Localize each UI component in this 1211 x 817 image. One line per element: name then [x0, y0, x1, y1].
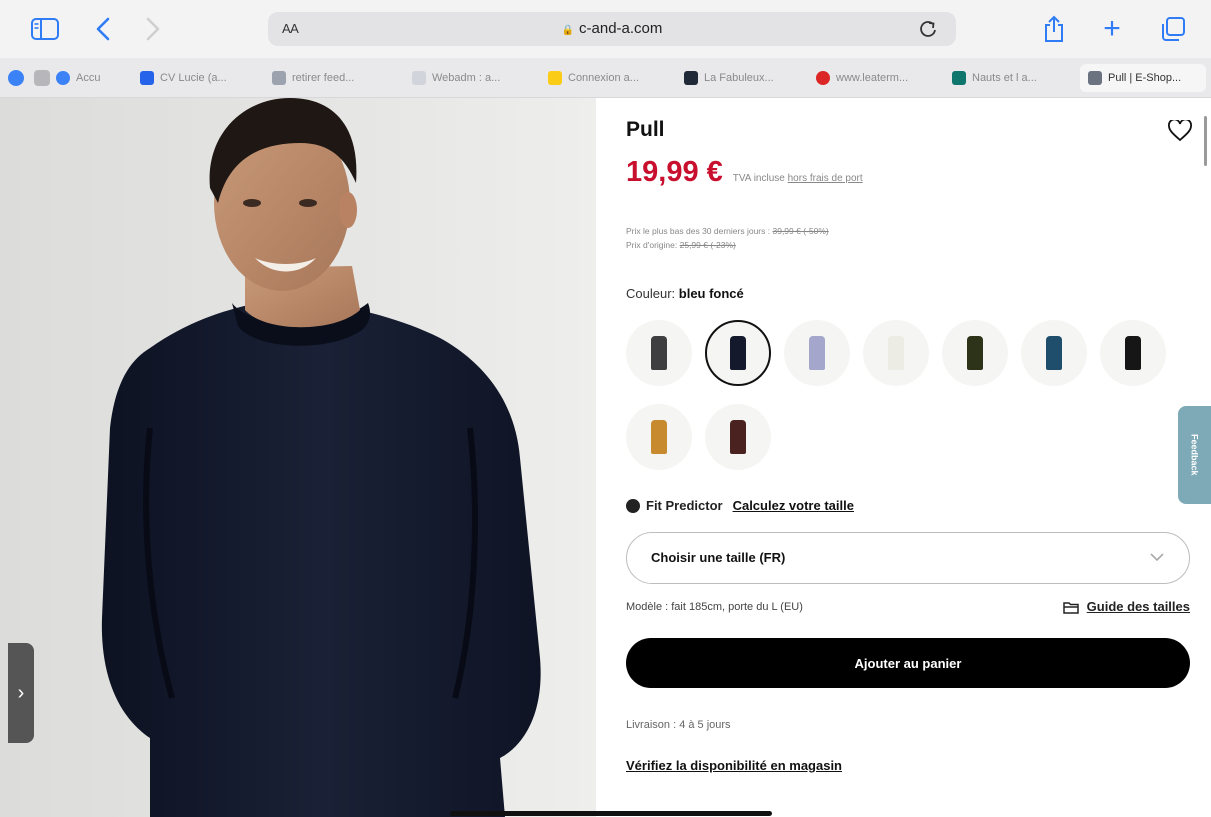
- price-history: Prix le plus bas des 30 derniers jours :…: [626, 224, 829, 252]
- color-swatch[interactable]: [863, 320, 929, 386]
- model-photo: [0, 98, 596, 817]
- color-swatch[interactable]: [1100, 320, 1166, 386]
- tab-webadm[interactable]: Webadm : a...: [412, 64, 530, 92]
- color-prefix: Couleur:: [626, 286, 676, 301]
- tva-note: TVA incluse hors frais de port: [733, 173, 863, 184]
- feedback-tab[interactable]: Feedback: [1178, 406, 1211, 504]
- fit-predictor: Fit Predictor Calculez votre taille: [626, 498, 854, 513]
- tab-favicon-icon: [1088, 71, 1102, 85]
- tab-label: www.leaterm...: [836, 72, 909, 84]
- tab-leaterm[interactable]: www.leaterm...: [816, 64, 934, 92]
- original-price-value: 25,99 € (-23%): [679, 240, 736, 250]
- sweater-thumbnail: [651, 336, 667, 370]
- globe-icon: [626, 498, 640, 513]
- lock-icon: 🔒: [561, 25, 575, 36]
- tab-label: CV Lucie (a...: [160, 72, 227, 84]
- product-price: 19,99 €: [626, 156, 723, 188]
- reload-icon[interactable]: [918, 19, 938, 39]
- sweater-thumbnail: [809, 336, 825, 370]
- heart-icon[interactable]: [1168, 118, 1192, 142]
- delivery-info: Livraison : 4 à 5 jours: [626, 719, 731, 731]
- tab-fabuleux[interactable]: La Fabuleux...: [684, 64, 802, 92]
- folder-icon: [1062, 601, 1079, 614]
- tab-label: Pull | E-Shop...: [1108, 72, 1182, 84]
- shipping-link[interactable]: hors frais de port: [788, 173, 863, 184]
- store-availability-link[interactable]: Vérifiez la disponibilité en magasin: [626, 758, 842, 773]
- tab-cv[interactable]: CV Lucie (a...: [140, 64, 258, 92]
- share-icon[interactable]: [1042, 14, 1066, 44]
- sweater-thumbnail: [1125, 336, 1141, 370]
- color-swatch[interactable]: [626, 320, 692, 386]
- tab-connexion[interactable]: Connexion a...: [548, 64, 666, 92]
- tab-label: Accu: [76, 72, 101, 84]
- chevron-right-icon: ›: [17, 681, 25, 704]
- color-label: Couleur: bleu foncé: [626, 286, 744, 301]
- size-select-label: Choisir une taille (FR): [651, 550, 786, 565]
- home-indicator[interactable]: [450, 811, 772, 816]
- color-value: bleu foncé: [678, 286, 744, 301]
- tab-favicon-icon: [548, 71, 562, 85]
- tab-accu[interactable]: Accu: [56, 64, 126, 92]
- tab-pull-active[interactable]: Pull | E-Shop...: [1080, 64, 1206, 92]
- color-swatch[interactable]: [784, 320, 850, 386]
- tab-nauts[interactable]: Nauts et l a...: [952, 64, 1070, 92]
- size-select[interactable]: Choisir une taille (FR): [626, 532, 1190, 584]
- color-swatch[interactable]: [942, 320, 1008, 386]
- add-to-cart-button[interactable]: Ajouter au panier: [626, 638, 1190, 688]
- fit-predictor-label: Fit Predictor: [646, 498, 723, 513]
- lowest-price-value: 39,99 € (-50%): [772, 226, 829, 236]
- tab-retirer[interactable]: retirer feed...: [272, 64, 390, 92]
- lowest-price-label: Prix le plus bas des 30 derniers jours :: [626, 226, 771, 236]
- tab-label: Nauts et l a...: [972, 72, 1037, 84]
- previous-image-button[interactable]: ›: [8, 643, 34, 743]
- model-info: Modèle : fait 185cm, porte du L (EU) Gui…: [626, 599, 1190, 614]
- product-details: Pull 19,99 € TVA incluse hors frais de p…: [596, 98, 1211, 817]
- sidebar-toggle-icon[interactable]: [28, 14, 62, 44]
- tab-favicon-icon: [140, 71, 154, 85]
- color-swatch[interactable]: [705, 320, 771, 386]
- tab-bar: Accu CV Lucie (a... retirer feed... Weba…: [0, 58, 1211, 98]
- browser-toolbar: AA 🔒 c-and-a.com +: [0, 0, 1211, 58]
- sweater-thumbnail: [967, 336, 983, 370]
- tab-favicon-icon: [952, 71, 966, 85]
- tab-label: Connexion a...: [568, 72, 639, 84]
- tab-label: retirer feed...: [292, 72, 355, 84]
- new-tab-icon[interactable]: +: [1100, 14, 1124, 44]
- tva-prefix: TVA incluse: [732, 173, 785, 184]
- chevron-down-icon: [1150, 553, 1164, 562]
- url-field[interactable]: 🔒 c-and-a.com: [268, 20, 956, 37]
- sweater-thumbnail: [730, 420, 746, 454]
- tab-favicon-icon: [56, 71, 70, 85]
- address-bar[interactable]: AA 🔒 c-and-a.com: [268, 12, 956, 46]
- price-row: 19,99 € TVA incluse hors frais de port: [626, 156, 863, 189]
- url-text: c-and-a.com: [579, 20, 663, 37]
- sweater-thumbnail: [1046, 336, 1062, 370]
- sweater-thumbnail: [888, 336, 904, 370]
- forward-icon[interactable]: [142, 14, 164, 44]
- size-guide-link[interactable]: Guide des tailles: [1062, 599, 1190, 614]
- tab-favicon-icon: [816, 71, 830, 85]
- calculate-size-link[interactable]: Calculez votre taille: [733, 498, 854, 513]
- product-title: Pull: [626, 118, 665, 141]
- color-swatch[interactable]: [1021, 320, 1087, 386]
- color-swatch[interactable]: [626, 404, 692, 470]
- sweater-thumbnail: [730, 336, 746, 370]
- product-image[interactable]: ›: [0, 98, 596, 817]
- tab-favicon-icon: [272, 71, 286, 85]
- model-text: Modèle : fait 185cm, porte du L (EU): [626, 601, 803, 613]
- tab-label: La Fabuleux...: [704, 72, 774, 84]
- sweater-thumbnail: [651, 420, 667, 454]
- tab-overview-icon[interactable]: [1160, 14, 1186, 44]
- original-price-label: Prix d'origine:: [626, 240, 678, 250]
- scrollbar[interactable]: [1204, 116, 1207, 166]
- tab-favicon-icon: [684, 71, 698, 85]
- color-swatch[interactable]: [705, 404, 771, 470]
- tab-label: Webadm : a...: [432, 72, 501, 84]
- back-icon[interactable]: [92, 14, 114, 44]
- favicon-icon[interactable]: [34, 70, 50, 86]
- size-guide-label: Guide des tailles: [1086, 599, 1190, 614]
- favicon-icon[interactable]: [8, 70, 24, 86]
- tab-favicon-icon: [412, 71, 426, 85]
